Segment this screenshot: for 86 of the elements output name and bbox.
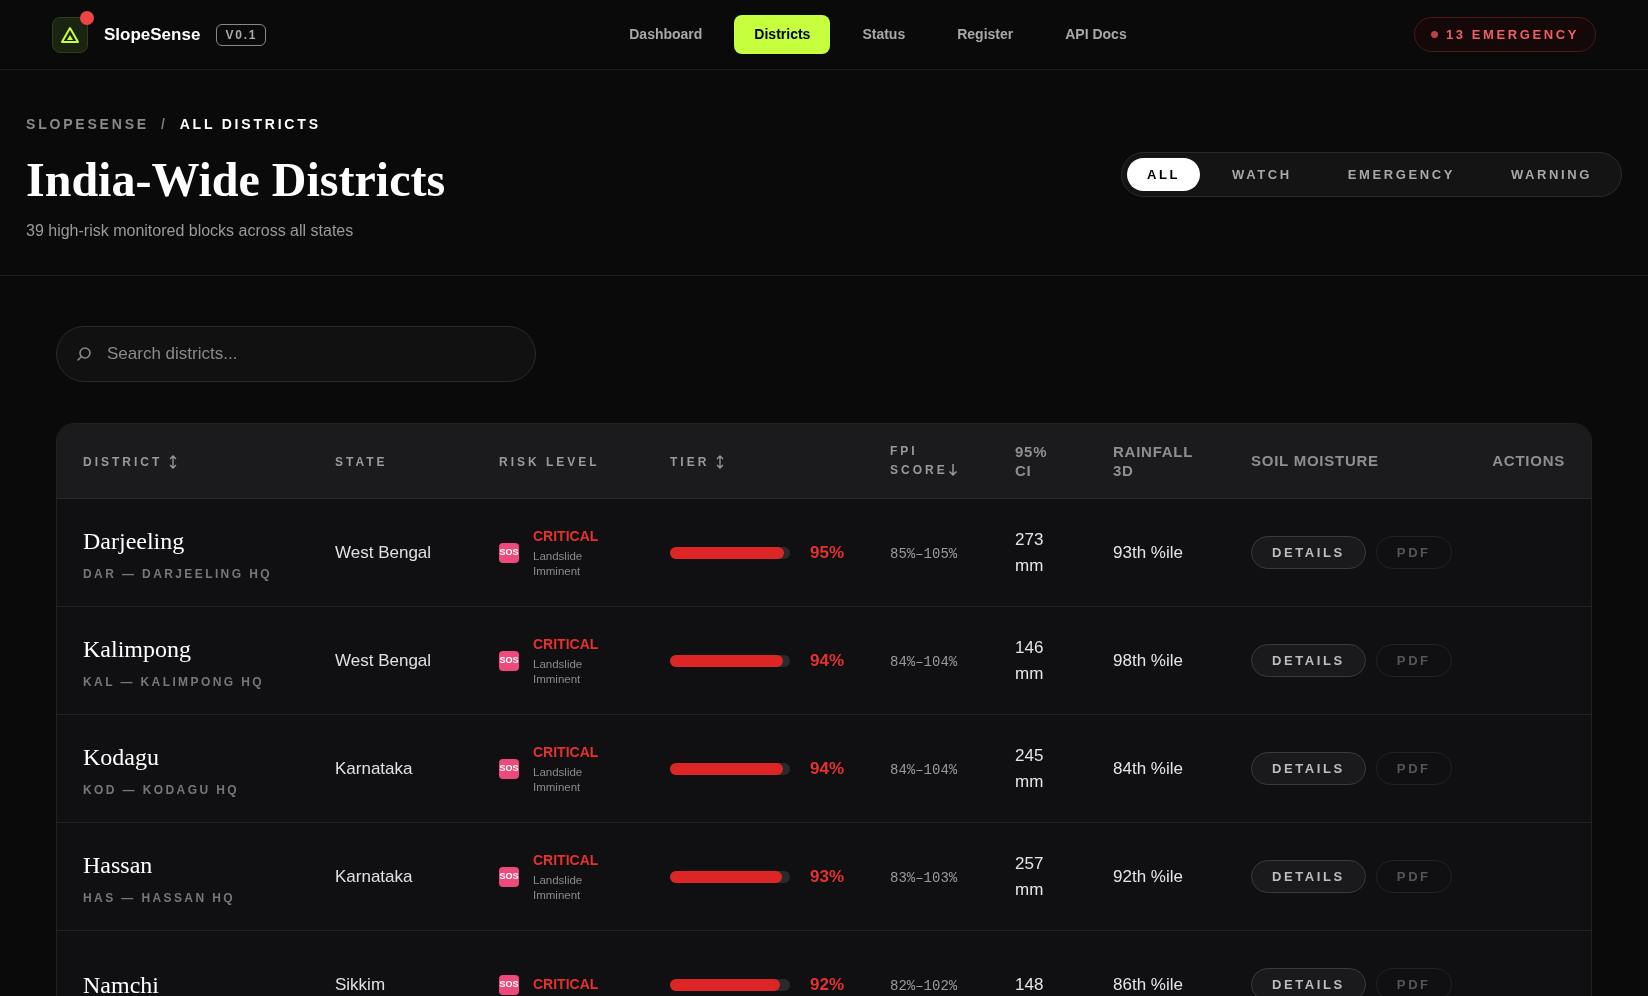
sort-down-icon[interactable] [948, 463, 958, 478]
state-name: Karnataka [335, 866, 413, 886]
row-button[interactable]: DETAILS [1251, 860, 1366, 893]
rainfall-value: 273 mm [1015, 529, 1045, 577]
sos-badge: SOS [499, 866, 519, 887]
column-header[interactable]: RISK LEVEL [499, 455, 600, 469]
sos-badge: SOS [499, 542, 519, 563]
district-name: Kodagu [83, 742, 160, 772]
column-header[interactable]: SOIL MOISTURE [1251, 452, 1379, 469]
breadcrumb-link[interactable]: ALL DISTRICTS [179, 114, 321, 135]
breadcrumb-separator: / [160, 115, 168, 134]
risk-level: CRITICAL [533, 851, 600, 871]
district-name: Darjeeling [83, 526, 186, 556]
district-code: DAR — DARJEELING HQ [83, 565, 273, 583]
district-name: Namchi [83, 970, 160, 996]
column-header[interactable]: FPI SCORE [890, 441, 952, 481]
tier-percent: 93% [810, 865, 845, 888]
breadcrumb-link[interactable]: SLOPESENSE [26, 114, 149, 135]
tier-percent: 94% [810, 757, 845, 780]
fpi-range: 84%–104% [890, 761, 958, 778]
percentile-value: 92th %ile [1113, 866, 1183, 886]
logo-tile[interactable] [52, 16, 88, 53]
district-code: HAS — HASSAN HQ [83, 889, 236, 907]
row-button[interactable]: DETAILS [1251, 644, 1366, 677]
percentile-value: 98th %ile [1113, 650, 1183, 670]
filter-tab[interactable]: WARNING [1486, 158, 1616, 191]
column-header[interactable]: ACTIONS [1492, 452, 1565, 469]
nav-link[interactable]: Status [842, 15, 926, 54]
risk-level: CRITICAL [533, 527, 600, 547]
state-name: West Bengal [335, 542, 432, 562]
sort-icon[interactable] [168, 454, 179, 469]
search-icon [76, 346, 92, 362]
rainfall-value: 257 mm [1015, 853, 1045, 901]
percentile-value: 93th %ile [1113, 542, 1183, 562]
nav-link[interactable]: Districts [734, 15, 831, 54]
column-header[interactable]: STATE [335, 455, 388, 469]
state-name: Sikkim [335, 974, 386, 994]
district-name: Kalimpong [83, 634, 192, 664]
percentile-value: 86th %ile [1113, 974, 1183, 994]
tier-percent: 95% [810, 541, 845, 564]
emergency-badge[interactable]: 13 EMERGENCY [1413, 17, 1596, 52]
nav-link[interactable]: Dashboard [609, 15, 723, 54]
percentile-value: 84th %ile [1113, 758, 1183, 778]
column-header[interactable]: RAINFALL 3D [1113, 441, 1203, 481]
row-button[interactable]: DETAILS [1251, 536, 1366, 569]
state-name: Karnataka [335, 758, 413, 778]
column-header[interactable]: TIER [670, 455, 710, 469]
district-code: KOD — KODAGU HQ [83, 781, 240, 799]
sos-badge: SOS [499, 650, 519, 671]
search-field[interactable]: Search districts... [56, 326, 536, 382]
row-button[interactable]: DETAILS [1251, 752, 1366, 785]
sos-badge: SOS [499, 758, 519, 779]
fpi-range: 82%–102% [890, 977, 958, 994]
column-header[interactable]: 95% CI [1015, 441, 1065, 481]
risk-note: Landslide Imminent [533, 657, 584, 687]
page-subtitle: 39 high-risk monitored blocks across all states [26, 220, 355, 241]
column-header[interactable]: DISTRICT [83, 455, 163, 469]
nav-link[interactable]: Register [937, 15, 1034, 54]
brand-name: SlopeSense [104, 23, 201, 46]
rainfall-value: 148 [1015, 973, 1045, 996]
sort-icon[interactable] [715, 454, 726, 469]
rainfall-value: 146 mm [1015, 637, 1045, 685]
rainfall-value: 245 mm [1015, 745, 1045, 793]
nav-link[interactable]: API Docs [1045, 15, 1147, 54]
risk-note: Landslide Imminent [533, 549, 584, 579]
version-tag: V0.1 [216, 23, 267, 46]
filter-tab[interactable]: EMERGENCY [1323, 158, 1479, 191]
fpi-range: 83%–103% [890, 869, 958, 886]
risk-level: CRITICAL [533, 743, 600, 763]
filter-tab[interactable]: WATCH [1208, 158, 1316, 191]
fpi-range: 85%–105% [890, 545, 958, 562]
page-title: India-Wide Districts [26, 152, 446, 208]
risk-note: Landslide Imminent [533, 765, 584, 795]
tier-percent: 94% [810, 649, 845, 672]
risk-level: CRITICAL [533, 635, 600, 655]
district-name: Hassan [83, 850, 154, 880]
sos-badge: SOS [499, 974, 519, 995]
state-name: West Bengal [335, 650, 432, 670]
risk-note: Landslide Imminent [533, 873, 584, 903]
risk-level: CRITICAL [533, 975, 599, 994]
filter-tab[interactable]: ALL [1127, 158, 1201, 191]
triangle-icon [60, 25, 80, 44]
row-button[interactable]: DETAILS [1251, 968, 1366, 996]
district-code: KAL — KALIMPONG HQ [83, 673, 265, 691]
fpi-range: 84%–104% [890, 653, 958, 670]
tier-percent: 92% [810, 973, 845, 996]
